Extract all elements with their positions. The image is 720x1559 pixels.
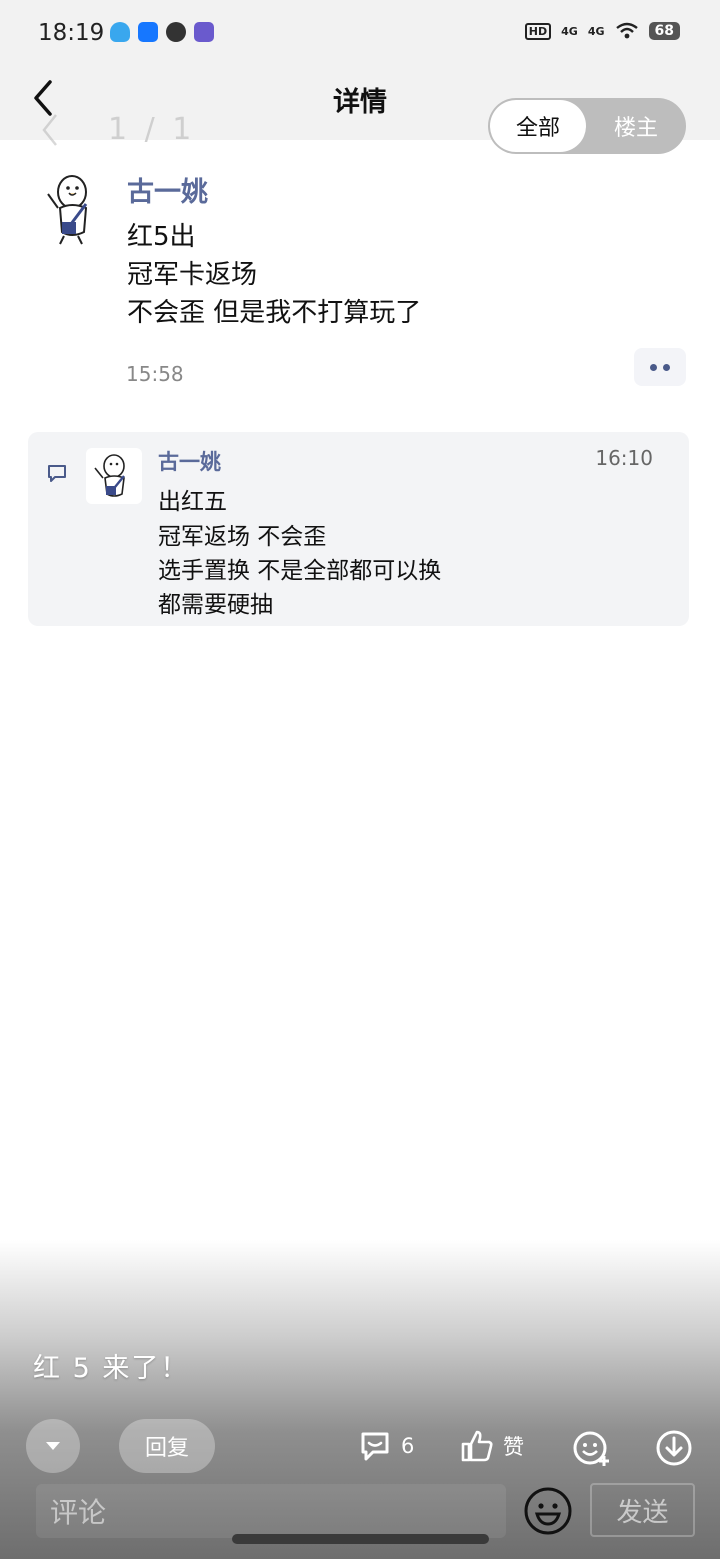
signal-icon-2: 4G xyxy=(587,24,605,38)
status-time: 18:19 xyxy=(38,20,105,46)
tieba-icon xyxy=(194,22,214,42)
signal-icon-1: 4G xyxy=(561,24,578,38)
send-button[interactable]: 发送 xyxy=(590,1483,695,1537)
emoji-picker-icon[interactable] xyxy=(523,1486,573,1536)
app-face-icon xyxy=(166,22,186,42)
reply-button[interactable]: 回复 xyxy=(119,1419,215,1473)
home-indicator[interactable] xyxy=(232,1534,489,1544)
reply-line-1: 出红五 xyxy=(158,489,227,515)
like-action[interactable]: 赞 xyxy=(459,1428,524,1464)
danmaku-text: 红 5 来了！ xyxy=(33,1353,190,1384)
post-timestamp: 15:58 xyxy=(126,362,184,386)
duck-avatar-icon xyxy=(94,454,125,497)
dot-icon xyxy=(650,363,657,371)
download-icon[interactable] xyxy=(654,1428,694,1468)
dot-icon xyxy=(663,363,670,371)
post-line-2: 冠军卡返场 xyxy=(127,260,258,290)
top-nav-bar: 详情 1 / 1 全部 楼主 xyxy=(0,66,720,154)
comment-input[interactable]: 评论 xyxy=(36,1484,506,1538)
reply-line-2: 冠军返场 不会歪 xyxy=(158,524,327,550)
comments-action[interactable]: 6 xyxy=(357,1428,414,1464)
like-label: 赞 xyxy=(503,1435,524,1459)
post-line-3: 不会歪 但是我不打算玩了 xyxy=(127,298,422,328)
filter-all[interactable]: 全部 xyxy=(490,100,586,152)
reply-author-name[interactable]: 古一姚 xyxy=(158,446,221,476)
reply-avatar[interactable] xyxy=(86,448,142,504)
more-options-button[interactable] xyxy=(634,348,686,386)
comment-count: 6 xyxy=(401,1434,415,1458)
reply-card[interactable]: 古一姚 16:10 出红五 冠军返场 不会歪 选手置换 不是全部都可以换 都需要… xyxy=(28,432,689,626)
ghost-back-icon xyxy=(42,114,57,146)
author-filter-toggle[interactable]: 全部 楼主 xyxy=(488,98,686,154)
post-line-1: 红5出 xyxy=(127,222,196,252)
wifi-icon xyxy=(615,22,638,39)
status-bar: 18:19 HD 4G 4G 68 xyxy=(0,0,720,66)
reply-timestamp: 16:10 xyxy=(595,446,653,470)
alipay-icon xyxy=(138,22,158,42)
avatar[interactable] xyxy=(38,164,108,246)
duck-avatar-icon xyxy=(47,175,88,245)
comment-icon xyxy=(361,1432,389,1461)
ghost-page-indicator: 1 / 1 xyxy=(108,112,196,147)
post-author-name[interactable]: 古一姚 xyxy=(127,170,208,209)
qq-icon xyxy=(110,22,130,42)
reply-line-3: 选手置换 不是全部都可以换 xyxy=(158,558,442,584)
comment-bubble-icon xyxy=(48,465,66,482)
emoji-react-icon[interactable] xyxy=(572,1428,612,1468)
collapse-button[interactable] xyxy=(26,1419,80,1473)
notification-icons xyxy=(110,22,214,42)
battery-icon: 68 xyxy=(648,22,680,40)
hd-icon: HD xyxy=(524,22,552,40)
reply-line-4: 都需要硬抽 xyxy=(158,592,273,618)
thumbs-up-icon xyxy=(461,1430,493,1462)
filter-op-only[interactable]: 楼主 xyxy=(588,100,684,152)
triangle-down-icon xyxy=(46,1442,60,1450)
status-indicators: HD 4G 4G 68 xyxy=(524,22,680,40)
